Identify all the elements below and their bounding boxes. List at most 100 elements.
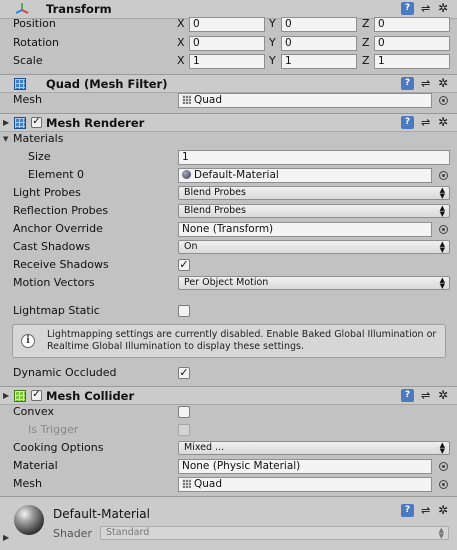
help-icon[interactable]: ?	[401, 116, 414, 129]
mesh-filter-mesh-field[interactable]: Quad	[178, 93, 432, 108]
mesh-collider-title: Mesh Collider	[46, 389, 135, 403]
shader-label: Shader	[53, 527, 92, 540]
transform-header-icons: ? ⇌ ✲	[401, 1, 451, 16]
mesh-renderer-header[interactable]: ▶ ✓ Mesh Renderer ? ⇌ ✲	[0, 113, 457, 132]
help-icon[interactable]: ?	[401, 389, 414, 402]
gear-icon[interactable]: ✲	[438, 115, 448, 129]
is-trigger-label: Is Trigger	[28, 423, 79, 436]
dropdown-arrows-icon: ▲ ▼	[439, 186, 445, 200]
convex-checkbox[interactable]	[178, 406, 190, 418]
cast-shadows-dropdown[interactable]: On ▲ ▼	[178, 240, 450, 254]
rotation-z-axis[interactable]: Z	[362, 36, 370, 49]
rotation-y-axis[interactable]: Y	[269, 36, 276, 49]
fold-arrow-icon[interactable]: ▶	[3, 118, 9, 127]
object-picker-icon[interactable]	[439, 480, 448, 489]
transform-icon	[14, 1, 30, 17]
cooking-options-value: Mixed ...	[184, 442, 225, 453]
element0-field[interactable]: Default-Material	[178, 168, 432, 183]
rotation-x-axis[interactable]: X	[177, 36, 185, 49]
mesh-renderer-enabled-checkbox[interactable]: ✓	[31, 117, 42, 128]
gear-icon[interactable]: ✲	[438, 388, 448, 402]
scale-x-axis[interactable]: X	[177, 54, 185, 67]
materials-label[interactable]: Materials	[13, 131, 63, 147]
anchor-override-label: Anchor Override	[13, 222, 103, 235]
size-field[interactable]: 1	[178, 150, 450, 165]
mesh-filter-header[interactable]: Quad (Mesh Filter) ? ⇌ ✲	[0, 74, 457, 93]
preset-icon[interactable]: ⇌	[421, 116, 430, 129]
shader-dropdown[interactable]: Standard ▲ ▼	[100, 526, 449, 540]
rotation-label: Rotation	[13, 36, 60, 49]
object-picker-icon[interactable]	[439, 96, 448, 105]
motion-vectors-label: Motion Vectors	[13, 276, 95, 289]
position-y-field[interactable]: 0	[281, 17, 357, 32]
materials-fold-icon[interactable]: ▼	[3, 135, 8, 143]
info-icon: i	[21, 334, 35, 348]
reflection-probes-dropdown[interactable]: Blend Probes ▲ ▼	[178, 204, 450, 218]
position-y-axis[interactable]: Y	[269, 17, 276, 30]
material-fold-icon[interactable]: ▶	[3, 533, 9, 542]
collider-mesh-label: Mesh	[13, 477, 42, 490]
shader-value: Standard	[106, 527, 150, 538]
scale-y-axis[interactable]: Y	[269, 54, 276, 67]
lightmapping-info-box: i Lightmapping settings are currently di…	[12, 324, 446, 358]
cast-shadows-value: On	[184, 241, 198, 252]
mesh-renderer-header-icons: ? ⇌ ✲	[401, 115, 451, 130]
position-x-axis[interactable]: X	[177, 17, 185, 30]
rotation-x-field[interactable]: 0	[189, 36, 265, 51]
reflection-probes-label: Reflection Probes	[13, 204, 109, 217]
mesh-renderer-title: Mesh Renderer	[46, 116, 145, 130]
scale-y-field[interactable]: 1	[281, 54, 357, 69]
material-name: Default-Material	[53, 507, 150, 521]
scale-z-field[interactable]: 1	[374, 54, 450, 69]
dropdown-arrows-icon: ▲ ▼	[439, 441, 445, 455]
gear-icon[interactable]: ✲	[438, 503, 448, 517]
gear-icon[interactable]: ✲	[438, 76, 448, 90]
position-x-field[interactable]: 0	[189, 17, 265, 32]
light-probes-value: Blend Probes	[184, 187, 246, 198]
position-z-axis[interactable]: Z	[362, 17, 370, 30]
motion-vectors-dropdown[interactable]: Per Object Motion ▲ ▼	[178, 276, 450, 290]
reflection-probes-value: Blend Probes	[184, 205, 246, 216]
collider-mesh-value: Quad	[194, 478, 223, 490]
mesh-collider-header[interactable]: ▶ ✓ Mesh Collider ? ⇌ ✲	[0, 386, 457, 405]
receive-shadows-label: Receive Shadows	[13, 258, 109, 271]
object-picker-icon[interactable]	[439, 171, 448, 180]
object-picker-icon[interactable]	[439, 462, 448, 471]
cooking-options-dropdown[interactable]: Mixed ... ▲ ▼	[178, 441, 450, 455]
cooking-options-label: Cooking Options	[13, 441, 104, 454]
collider-material-field[interactable]: None (Physic Material)	[178, 459, 432, 474]
mesh-collider-enabled-checkbox[interactable]: ✓	[31, 390, 42, 401]
help-icon[interactable]: ?	[401, 2, 414, 15]
lightmap-static-checkbox[interactable]	[178, 305, 190, 317]
dropdown-arrows-icon: ▲ ▼	[439, 204, 445, 218]
preset-icon[interactable]: ⇌	[421, 77, 430, 90]
rotation-z-field[interactable]: 0	[374, 36, 450, 51]
anchor-override-field[interactable]: None (Transform)	[178, 222, 432, 237]
fold-arrow-icon[interactable]: ▶	[3, 391, 9, 400]
is-trigger-checkbox	[178, 424, 190, 436]
preset-icon[interactable]: ⇌	[421, 2, 430, 15]
scale-x-field[interactable]: 1	[189, 54, 265, 69]
light-probes-dropdown[interactable]: Blend Probes ▲ ▼	[178, 186, 450, 200]
preset-icon[interactable]: ⇌	[421, 389, 430, 402]
preset-icon[interactable]: ⇌	[421, 504, 430, 517]
help-icon[interactable]: ?	[401, 504, 414, 517]
object-picker-icon[interactable]	[439, 225, 448, 234]
gear-icon[interactable]: ✲	[438, 1, 448, 15]
rotation-y-field[interactable]: 0	[281, 36, 357, 51]
dynamic-occluded-label: Dynamic Occluded	[13, 366, 117, 379]
scale-label: Scale	[13, 54, 43, 67]
lightmap-static-label: Lightmap Static	[13, 304, 100, 317]
mesh-renderer-icon	[14, 117, 26, 129]
position-z-field[interactable]: 0	[374, 17, 450, 32]
motion-vectors-value: Per Object Motion	[184, 277, 269, 288]
dropdown-arrows-icon: ▲ ▼	[439, 276, 445, 290]
mesh-filter-title: Quad (Mesh Filter)	[46, 77, 168, 91]
dynamic-occluded-checkbox[interactable]: ✓	[178, 367, 190, 379]
scale-z-axis[interactable]: Z	[362, 54, 370, 67]
collider-mesh-field[interactable]: Quad	[178, 477, 432, 492]
receive-shadows-checkbox[interactable]: ✓	[178, 259, 190, 271]
help-icon[interactable]: ?	[401, 77, 414, 90]
position-label: Position	[13, 17, 56, 30]
mesh-icon	[182, 95, 191, 104]
